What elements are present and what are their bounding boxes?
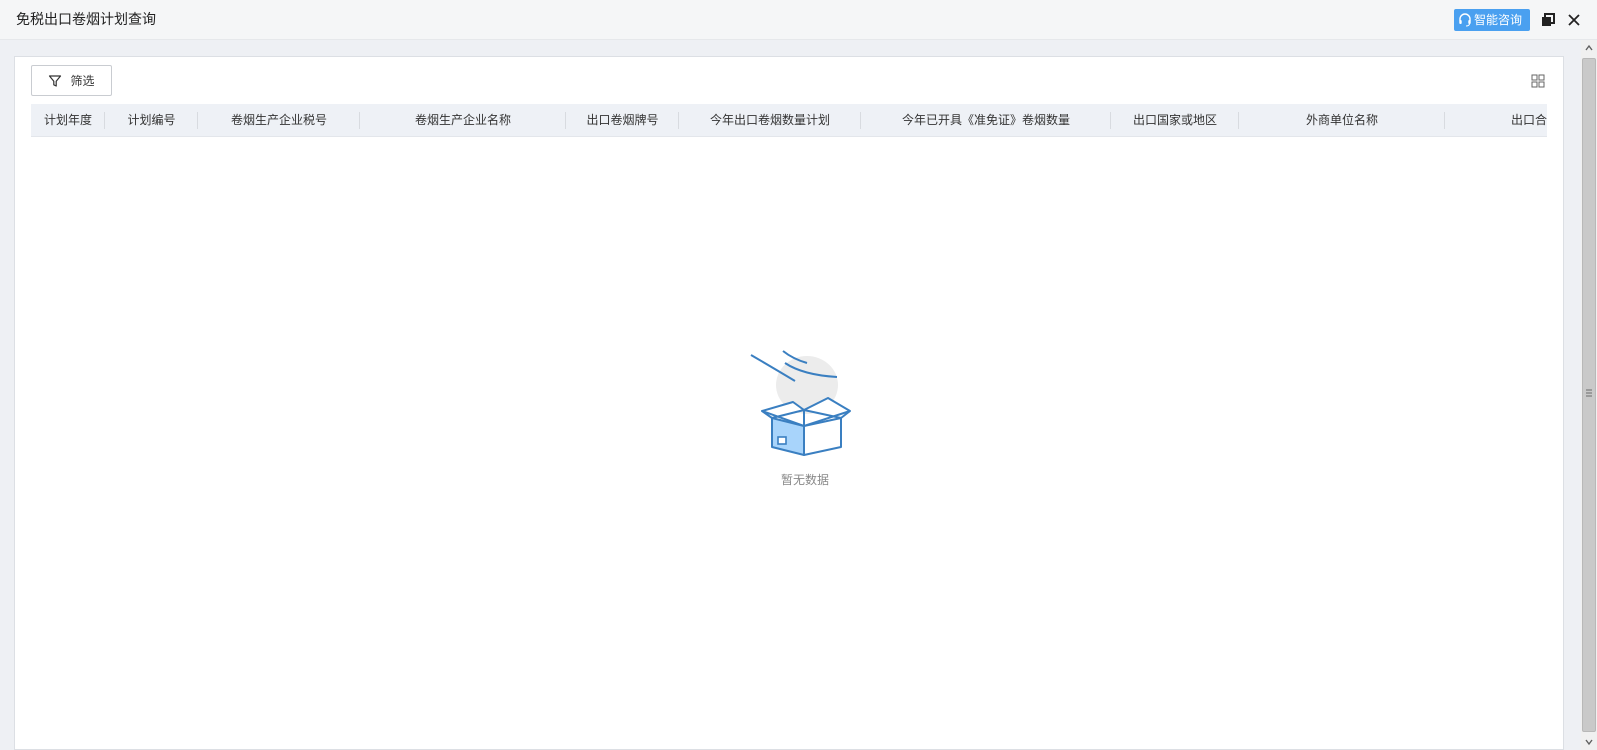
empty-box-illustration [750,350,851,456]
column-issued-quantity[interactable]: 今年已开具《准免证》卷烟数量 [861,104,1111,136]
close-icon[interactable] [1566,12,1582,28]
headset-icon [1459,13,1471,27]
grid-icon[interactable] [1531,74,1545,88]
scroll-down-arrow-icon[interactable] [1581,734,1597,750]
column-plan-number[interactable]: 计划编号 [105,104,198,136]
smart-consult-button[interactable]: 智能咨询 [1454,9,1530,31]
content-panel: 筛选 计划年度 计划编号 卷烟生产企业税号 卷烟生产企业名称 出口卷烟牌号 今年… [14,56,1564,750]
scroll-up-arrow-icon[interactable] [1581,40,1597,56]
table-header: 计划年度 计划编号 卷烟生产企业税号 卷烟生产企业名称 出口卷烟牌号 今年出口卷… [31,104,1547,137]
column-manufacturer-name[interactable]: 卷烟生产企业名称 [360,104,566,136]
column-export-quantity-plan[interactable]: 今年出口卷烟数量计划 [679,104,861,136]
column-foreign-company[interactable]: 外商单位名称 [1239,104,1445,136]
empty-state: 暂无数据 [715,347,895,488]
smart-consult-label: 智能咨询 [1474,13,1523,27]
column-export-country[interactable]: 出口国家或地区 [1111,104,1239,136]
funnel-icon [49,74,62,87]
column-manufacturer-tax-id[interactable]: 卷烟生产企业税号 [198,104,360,136]
title-bar: 免税出口卷烟计划查询 智能咨询 [0,0,1597,40]
window-title: 免税出口卷烟计划查询 [16,12,156,28]
scrollbar-thumb[interactable] [1582,58,1596,732]
column-export-contract[interactable]: 出口合 [1445,104,1547,136]
filter-button[interactable]: 筛选 [31,65,112,96]
grip-icon [1586,389,1592,397]
filter-label: 筛选 [70,74,95,88]
column-cigarette-brand[interactable]: 出口卷烟牌号 [566,104,679,136]
restore-window-icon[interactable] [1540,12,1556,28]
column-plan-year[interactable]: 计划年度 [31,104,105,136]
empty-state-text: 暂无数据 [780,473,829,487]
vertical-scrollbar[interactable] [1581,40,1597,750]
